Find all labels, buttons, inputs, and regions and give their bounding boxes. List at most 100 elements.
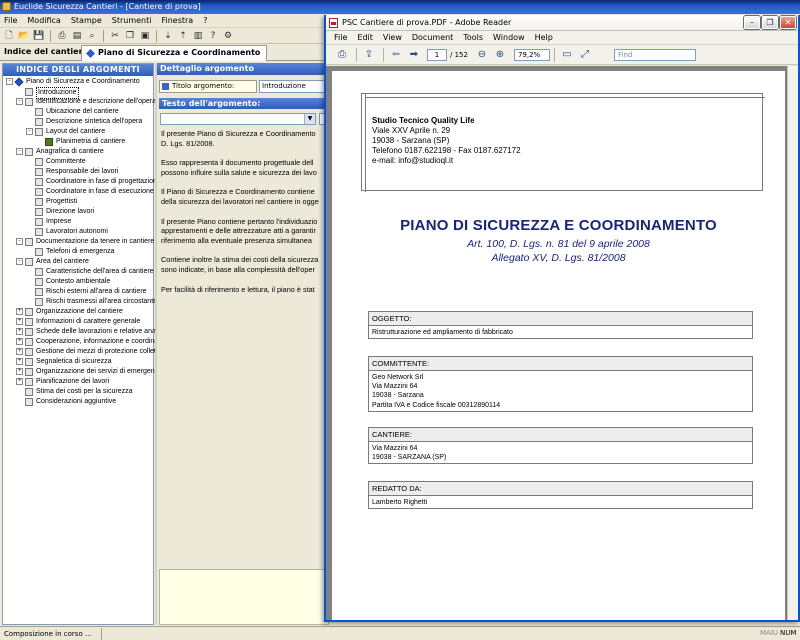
share-icon[interactable]: ⇪	[361, 47, 377, 63]
find-icon[interactable]: ⌕	[86, 30, 98, 42]
tree-node[interactable]: + Segnaletica di sicurezza	[3, 357, 153, 367]
minimize-button[interactable]: –	[744, 16, 760, 29]
cut-icon[interactable]: ✂	[109, 30, 121, 42]
close-button[interactable]: ✕	[780, 16, 796, 29]
save-icon[interactable]: 💾	[33, 30, 45, 42]
expand-icon[interactable]: +	[16, 358, 23, 365]
tree-node[interactable]: - Piano di Sicurezza e Coordinamento	[3, 77, 153, 87]
tree-node-label: Stima dei costi per la sicurezza	[36, 388, 133, 395]
tree-node[interactable]: Committente	[3, 157, 153, 167]
move-up-icon[interactable]: ⇡	[177, 30, 189, 42]
tree-node[interactable]: - Identificazione e descrizione dell'oper…	[3, 97, 156, 107]
fit-page-icon[interactable]: ▭	[559, 47, 575, 63]
tree-node[interactable]: + Pianificazione dei lavori	[3, 377, 153, 387]
tree-node[interactable]: + Informazioni di carattere generale	[3, 317, 153, 327]
reader-menu-edit[interactable]: Edit	[357, 31, 373, 44]
reader-menu-view[interactable]: View	[383, 31, 402, 44]
topic-title-input[interactable]: Introduzione	[259, 80, 329, 93]
reader-menu-window[interactable]: Window	[493, 31, 525, 44]
book-icon[interactable]: ▥	[192, 30, 204, 42]
reader-menu-file[interactable]: File	[334, 31, 347, 44]
tree-node[interactable]: Stima dei costi per la sicurezza	[3, 387, 153, 397]
page-number-input[interactable]: 1	[427, 48, 447, 61]
tree-node-label: Descrizione sintetica dell'opera	[46, 118, 143, 125]
collapse-icon[interactable]: -	[16, 258, 23, 265]
vertical-scrollbar[interactable]	[787, 66, 798, 620]
expand-icon[interactable]: +	[16, 348, 23, 355]
tree-node[interactable]: Contesto ambientale	[3, 277, 153, 287]
tree-node[interactable]: Lavoratori autonomi	[3, 227, 153, 237]
settings-icon[interactable]: ⚙	[222, 30, 234, 42]
tree-node[interactable]: Coordinatore in fase di progettazione	[3, 177, 161, 187]
collapse-icon[interactable]: -	[6, 78, 13, 85]
maximize-button[interactable]: ❐	[762, 16, 778, 29]
reader-menu-tools[interactable]: Tools	[463, 31, 483, 44]
tree-node[interactable]: - Layout del cantiere	[3, 127, 153, 137]
tree-node[interactable]: Planimetria di cantiere	[3, 137, 153, 147]
expand-icon[interactable]: +	[16, 318, 23, 325]
collapse-icon[interactable]: -	[16, 238, 23, 245]
tree-node[interactable]: Progettisti	[3, 197, 153, 207]
menu-file[interactable]: File	[4, 14, 17, 27]
tab-psc[interactable]: Piano di Sicurezza e Coordinamento	[81, 45, 268, 61]
menu-stampe[interactable]: Stampe	[71, 14, 102, 27]
help-icon[interactable]: ?	[207, 30, 219, 42]
notes-area[interactable]	[159, 569, 329, 625]
tree-node[interactable]: + Organizzazione dei servizi di emergenza	[3, 367, 162, 377]
tree-node[interactable]: Rischi trasmessi all'area circostante	[3, 297, 157, 307]
previous-page-icon[interactable]: ⬅	[388, 47, 404, 63]
style-select[interactable]: ▼	[160, 113, 316, 125]
tree-node[interactable]: Telefoni di emergenza	[3, 247, 153, 257]
tree-node[interactable]: + Cooperazione, informazione e coordinar	[3, 337, 161, 347]
tree-node[interactable]: Ubicazione del cantiere	[3, 107, 153, 117]
tree-node[interactable]: Responsabile dei lavori	[3, 167, 153, 177]
print-icon[interactable]: ⎙	[334, 47, 350, 63]
zoom-in-icon[interactable]: ⊕	[492, 47, 508, 63]
topic-text-editor[interactable]: Il presente Piano di Sicurezza e Coordin…	[161, 129, 329, 304]
tree-node[interactable]: Descrizione sintetica dell'opera	[3, 117, 153, 127]
open-icon[interactable]: 📂	[18, 30, 30, 42]
move-down-icon[interactable]: ⇣	[162, 30, 174, 42]
expand-icon[interactable]: +	[16, 338, 23, 345]
zoom-out-icon[interactable]: ⊖	[474, 47, 490, 63]
menu-finestra[interactable]: Finestra	[161, 14, 193, 27]
expand-icon[interactable]: +	[16, 308, 23, 315]
reader-menu-help[interactable]: Help	[535, 31, 553, 44]
tree-node[interactable]: - Area del cantiere	[3, 257, 153, 267]
collapse-icon[interactable]: -	[26, 128, 33, 135]
reader-menu-document[interactable]: Document	[412, 31, 453, 44]
tree-node[interactable]: + Gestione dei mezzi di protezione collet…	[3, 347, 158, 357]
print-icon[interactable]: ⎙	[56, 30, 68, 42]
menu-strumenti[interactable]: Strumenti	[112, 14, 152, 27]
tree-node[interactable]: Direzione lavori	[3, 207, 153, 217]
preview-icon[interactable]: ▤	[71, 30, 83, 42]
tree-node[interactable]: - Documentazione da tenere in cantiere	[3, 237, 154, 247]
tree-node[interactable]: Rischi esterni all'area di cantiere	[3, 287, 153, 297]
tree-node[interactable]: + Organizzazione del cantiere	[3, 307, 153, 317]
document-icon	[35, 178, 43, 186]
collapse-icon[interactable]: -	[16, 98, 23, 105]
tree-node[interactable]: Coordinatore in fase di esecuzione	[3, 187, 154, 197]
text-line: sono indicate, in base alla complessità …	[161, 264, 315, 274]
expand-icon[interactable]: +	[16, 328, 23, 335]
chevron-down-icon[interactable]: ▼	[304, 114, 315, 124]
copy-icon[interactable]: ❐	[124, 30, 136, 42]
collapse-icon[interactable]: -	[16, 148, 23, 155]
tree-node[interactable]: Introduzione	[3, 87, 153, 99]
tree-node[interactable]: - Anagrafica di cantiere	[3, 147, 153, 157]
expand-icon[interactable]: +	[16, 378, 23, 385]
fit-width-icon[interactable]: ⤢	[577, 47, 593, 63]
tree-node[interactable]: Imprese	[3, 217, 153, 227]
expand-icon[interactable]: +	[16, 368, 23, 375]
menu-modifica[interactable]: Modifica	[27, 14, 60, 27]
find-input[interactable]: Find	[614, 49, 696, 61]
toolbar-separator	[50, 29, 51, 42]
menu-help[interactable]: ?	[203, 14, 207, 27]
new-icon[interactable]: 🗋	[3, 30, 15, 42]
tree-node[interactable]: + Schede delle lavorazioni e relative ana…	[3, 327, 157, 337]
next-page-icon[interactable]: ➡	[406, 47, 422, 63]
paste-icon[interactable]: ▣	[139, 30, 151, 42]
zoom-field[interactable]: 79,2%	[513, 48, 550, 61]
tree-node[interactable]: Considerazioni aggiuntive	[3, 397, 153, 407]
tree-node[interactable]: Caratteristiche dell'area di cantiere	[3, 267, 154, 277]
